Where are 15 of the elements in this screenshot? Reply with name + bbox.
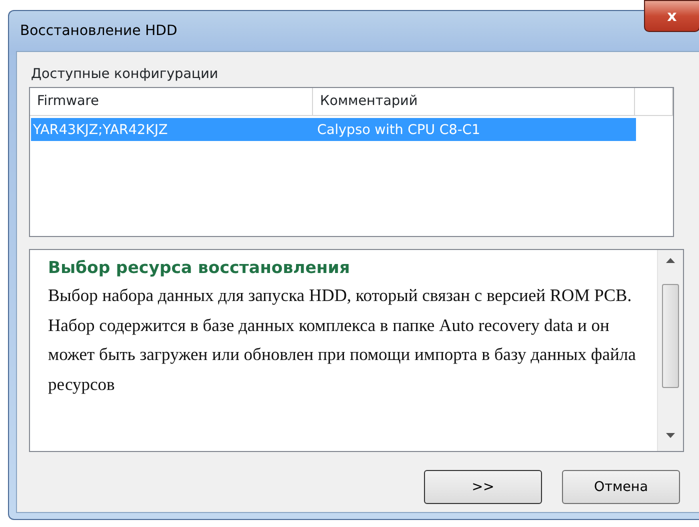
- scroll-down-icon[interactable]: [666, 433, 675, 440]
- help-title: Выбор ресурса восстановления: [48, 257, 351, 280]
- close-button[interactable]: x: [644, 0, 699, 32]
- help-text: Выбор набора данных для запуска HDD, который связан с версией ROM PCB. Набор содержится в базе данных комплекса в папке Auto recovery data и он может быть загружен или обновлен при помощи импорта в базу данных файла ресурсов: [48, 284, 637, 396]
- column-header[interactable]: Комментарий: [313, 88, 635, 116]
- scroll-up-icon[interactable]: [666, 258, 675, 264]
- table-cell-text: YAR43KJZ;YAR42KJZ: [32, 121, 169, 140]
- cancel-button[interactable]: Отмена: [562, 470, 680, 504]
- column-header[interactable]: Firmware: [30, 88, 313, 116]
- next-button[interactable]: >>: [424, 470, 542, 504]
- window-title: Восстановление HDD: [20, 22, 178, 40]
- table-cell-text: Calypso with CPU C8-C1: [316, 121, 482, 140]
- group-label: Доступные конфигурации: [30, 65, 220, 84]
- scrollbar[interactable]: [657, 250, 683, 452]
- scroll-thumb[interactable]: [662, 284, 679, 388]
